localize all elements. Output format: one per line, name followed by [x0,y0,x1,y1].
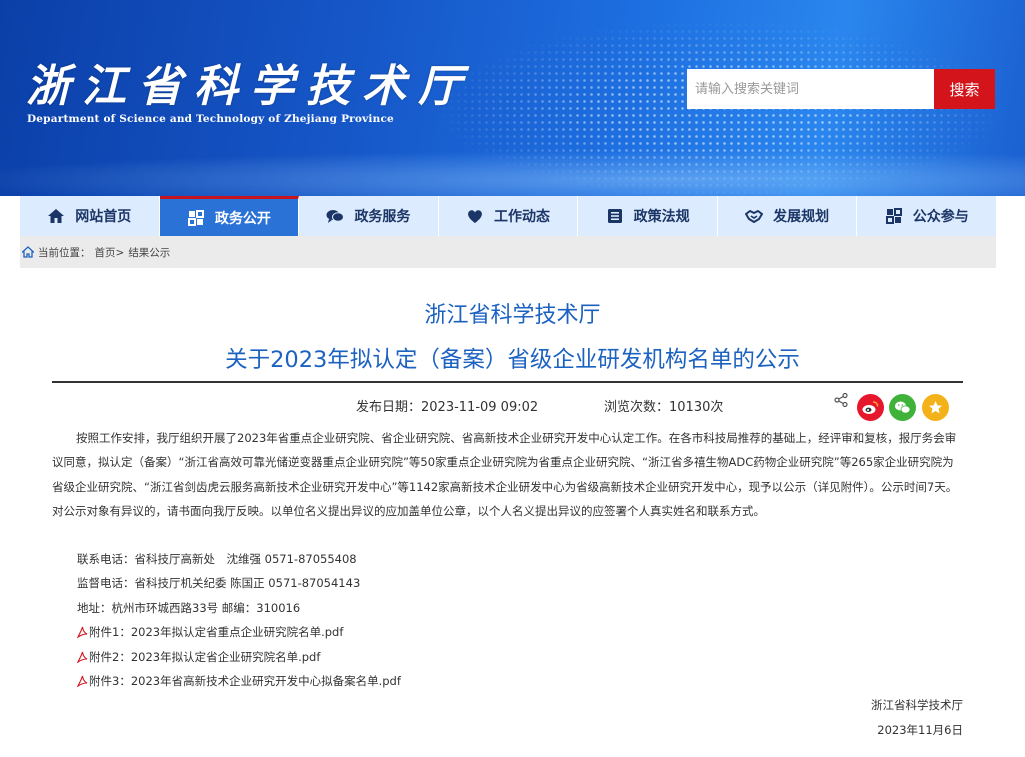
breadcrumb: 当前位置： 首页> 结果公示 [20,236,996,268]
search-input[interactable] [687,69,934,109]
site-logo-en: Department of Science and Technology of … [27,113,394,125]
handshake-icon [745,207,764,225]
chat-icon [326,207,345,225]
title-divider [52,381,963,383]
search-button[interactable]: 搜索 [934,69,995,109]
attachment-link[interactable]: 附件3：2023年省高新技术企业研究开发中心拟备案名单.pdf [89,673,401,689]
publish-date: 发布日期：2023-11-09 09:02 [356,400,539,415]
nav-item-label: 发展规划 [773,209,830,225]
nav-item-label: 政务服务 [354,209,411,225]
header-banner: 浙江省科学技术厅 Department of Science and Techn… [0,0,1025,196]
nav-item-work-news[interactable]: 工作动态 [438,196,579,236]
gov-open-icon [187,209,205,227]
favorite-icon [929,401,942,414]
signature: 浙江省科学技术厅 [871,698,963,712]
view-count: 浏览次数：10130次 [604,400,724,415]
nav-item-home[interactable]: 网站首页 [20,196,160,236]
nav-item-participate[interactable]: 公众参与 [857,196,997,236]
article-body: 按照工作安排，我厅组织开展了2023年省重点企业研究院、省企业研究院、省高新技术… [52,431,958,518]
share-icon[interactable] [834,393,848,407]
nav-item-label: 工作动态 [494,209,551,225]
sign-date: 2023年11月6日 [877,723,963,737]
nav-item-gov-open[interactable]: 政务公开 [159,196,300,236]
location-home-icon [22,246,34,258]
home-icon [47,207,65,225]
nav-item-label: 网站首页 [75,209,132,225]
attachment-item: 附件1：2023年拟认定省重点企业研究院名单.pdf [77,624,343,640]
breadcrumb-current[interactable]: 结果公示 [128,245,170,260]
nav-item-label: 公众参与 [912,209,969,225]
weibo-share-button[interactable] [857,394,884,421]
nav-item-planning[interactable]: 发展规划 [717,196,858,236]
attachment-item: 附件2：2023年拟认定省企业研究院名单.pdf [77,649,320,665]
supervise-phone: 监督电话：省科技厅机关纪委 陈国正 0571-87054143 [77,576,361,590]
breadcrumb-home-link[interactable]: 首页> [95,245,125,260]
heart-icon [466,207,484,225]
attachment-link[interactable]: 附件2：2023年拟认定省企业研究院名单.pdf [89,649,320,665]
contact-phone: 联系电话：省科技厅高新处 沈维强 0571-87055408 [77,552,357,566]
pdf-icon [77,626,88,638]
pdf-icon [77,675,88,687]
article-site-title: 浙江省科学技术厅 [424,303,601,328]
weibo-icon [862,401,879,414]
nav-item-gov-service[interactable]: 政务服务 [299,196,439,236]
wechat-share-button[interactable] [889,394,916,421]
participate-icon [885,207,903,225]
attachment-link[interactable]: 附件1：2023年拟认定省重点企业研究院名单.pdf [89,624,343,640]
attachment-item: 附件3：2023年省高新技术企业研究开发中心拟备案名单.pdf [77,673,401,689]
nav-item-policy[interactable]: 政策法规 [578,196,718,236]
favorite-button[interactable] [922,394,949,421]
article-title: 关于2023年拟认定（备案）省级企业研发机构名单的公示 [225,347,800,373]
nav-item-label: 政策法规 [633,209,690,225]
address: 地址：杭州市环城西路33号 邮编：310016 [77,601,301,615]
main-nav: 网站首页 政务公开 政务服务 工作动态 政策法规 发展规划 公众参与 [20,196,997,236]
list-icon [606,207,624,225]
wechat-icon [895,401,911,414]
pdf-icon [77,651,88,663]
site-logo-cn[interactable]: 浙江省科学技术厅 [26,50,474,114]
nav-item-label: 政务公开 [214,210,271,227]
breadcrumb-prefix: 当前位置： [38,246,91,259]
